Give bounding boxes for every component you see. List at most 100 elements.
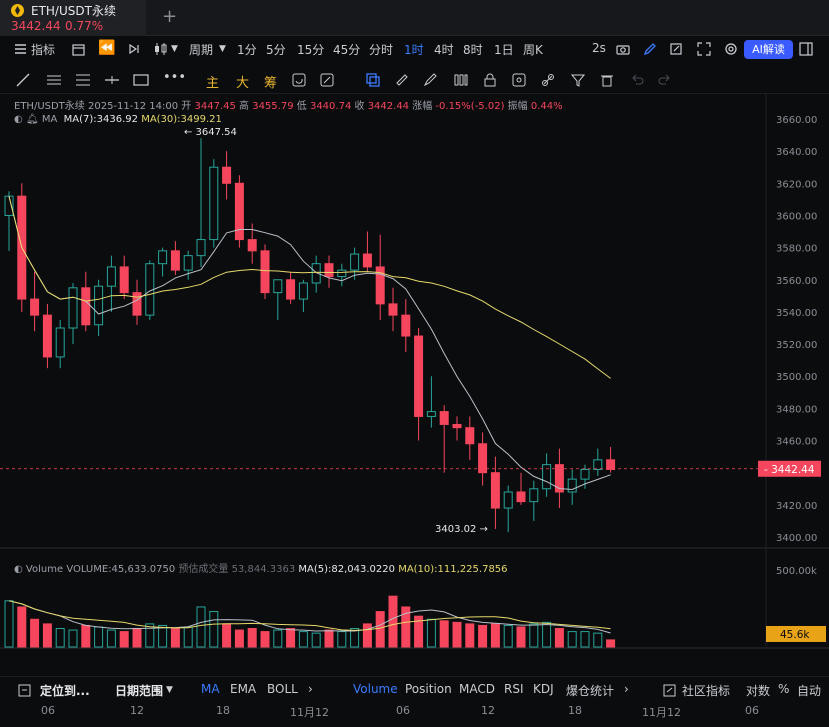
percent-toggle[interactable]: % <box>778 682 789 696</box>
symbol-tab[interactable]: ETH/USDT永续 3442.44 0.77% <box>0 0 146 36</box>
main-ind-boll[interactable]: BOLL <box>267 682 298 696</box>
main-ind-ma[interactable]: MA <box>201 682 220 696</box>
eye-icon[interactable] <box>512 73 526 87</box>
interval-timeline[interactable]: 分时 <box>369 41 393 58</box>
date-range-button[interactable]: 日期范围 <box>115 682 163 699</box>
rewind-icon[interactable]: ⏪ <box>98 40 115 56</box>
volume-bar <box>439 620 449 648</box>
refresh-rate[interactable]: 2s <box>592 41 606 55</box>
large-order-button[interactable]: 大 <box>236 72 249 91</box>
log-toggle[interactable]: 对数 <box>746 682 770 699</box>
chart-toolbar: 指标 ⏪ ▼ 周期 ▼ 1分 5分 15分 45分 分时 1时 4时 8时 1日… <box>0 37 829 63</box>
candle-body <box>414 335 424 417</box>
parallel-lines-icon[interactable] <box>46 73 62 87</box>
sub-ind-rsi[interactable]: RSI <box>504 682 524 696</box>
camera-icon[interactable] <box>616 43 630 55</box>
bars-icon[interactable] <box>454 73 468 87</box>
volume-bar <box>490 623 500 648</box>
volume-bar <box>516 626 526 648</box>
candle-type-icon[interactable] <box>153 42 169 56</box>
pencil-icon[interactable] <box>643 42 657 56</box>
filter-icon[interactable] <box>571 73 585 87</box>
calendar-icon[interactable] <box>72 43 85 56</box>
footer-label: 12 <box>481 704 495 717</box>
eye-icon[interactable]: ◐ <box>14 564 23 575</box>
est-volume-label: 预估成交量 <box>178 564 229 575</box>
brush-icon[interactable] <box>423 73 437 87</box>
indicators-button[interactable]: 指标 <box>31 41 55 58</box>
magnet-icon[interactable] <box>320 73 334 87</box>
volume-bar <box>170 628 180 648</box>
main-force-button[interactable]: 主 <box>206 72 219 91</box>
fib-lines-icon[interactable] <box>75 73 91 87</box>
chevron-right-icon[interactable]: › <box>624 682 629 696</box>
link-icon[interactable] <box>541 73 555 87</box>
volume-bar <box>362 623 372 648</box>
trash-icon[interactable] <box>600 73 614 87</box>
interval-1h[interactable]: 1时 <box>404 41 424 58</box>
candle-body <box>158 250 168 265</box>
volume-bar <box>4 600 14 648</box>
copy-icon[interactable] <box>366 73 380 87</box>
interval-1w[interactable]: 周K <box>523 41 543 58</box>
settings-icon[interactable] <box>724 42 738 56</box>
interval-1m[interactable]: 1分 <box>237 41 257 58</box>
chevron-down-icon[interactable]: ▼ <box>219 44 226 54</box>
interval-4h[interactable]: 4时 <box>434 41 454 58</box>
chevron-down-icon[interactable]: ▼ <box>166 685 173 695</box>
lock-icon[interactable] <box>483 73 497 87</box>
candle-body <box>68 287 78 329</box>
horizontal-line-icon[interactable] <box>104 73 120 87</box>
interval-5m[interactable]: 5分 <box>266 41 286 58</box>
candle-body <box>286 279 296 300</box>
volume-bar <box>222 623 232 648</box>
interval-8h[interactable]: 8时 <box>463 41 483 58</box>
ai-interpret-button[interactable]: AI解读 <box>744 40 793 59</box>
main-ind-ema[interactable]: EMA <box>230 682 256 696</box>
sub-ind-position[interactable]: Position <box>405 682 452 696</box>
footer-label: 06 <box>396 704 410 717</box>
volume-bar <box>42 623 52 648</box>
candle-body <box>132 292 142 316</box>
community-icon[interactable] <box>663 684 676 697</box>
replay-icon[interactable] <box>127 42 141 56</box>
y-tick-label: 3400.00 <box>776 533 817 544</box>
more-tools-icon[interactable]: ••• <box>163 70 186 85</box>
volume-value: VOLUME:45,633.0750 <box>66 564 176 575</box>
undo-icon[interactable] <box>630 73 644 87</box>
trendline-icon[interactable] <box>16 73 30 87</box>
chevron-down-icon[interactable]: ▼ <box>171 44 178 54</box>
community-indicators[interactable]: 社区指标 <box>682 682 730 699</box>
sub-ind-kdj[interactable]: KDJ <box>533 682 554 696</box>
auto-toggle[interactable]: 自动 <box>797 682 821 699</box>
collapse-icon[interactable] <box>799 42 813 56</box>
sub-ind-liquidation[interactable]: 爆仓统计 <box>566 682 614 699</box>
volume-bar <box>542 621 552 648</box>
period-button[interactable]: 周期 <box>189 41 213 58</box>
volume-bar <box>311 632 321 648</box>
chip-button[interactable]: 筹 <box>264 72 277 91</box>
volume-bar <box>132 628 142 648</box>
sync-icon[interactable] <box>292 73 306 87</box>
ruler-icon[interactable] <box>395 73 409 87</box>
redo-icon[interactable] <box>658 73 672 87</box>
chevron-right-icon[interactable]: › <box>308 682 313 696</box>
interval-1d[interactable]: 1日 <box>494 41 514 58</box>
sub-ind-macd[interactable]: MACD <box>459 682 495 696</box>
volume-bar <box>158 624 168 648</box>
volume-bar <box>606 639 616 648</box>
interval-15m[interactable]: 15分 <box>297 41 324 58</box>
locate-button[interactable]: 定位到... <box>40 682 90 699</box>
sub-ind-volume[interactable]: Volume <box>353 682 398 696</box>
candle-body <box>362 253 372 268</box>
locate-icon[interactable] <box>18 684 31 697</box>
interval-45m[interactable]: 45分 <box>333 41 360 58</box>
rectangle-icon[interactable] <box>133 73 149 87</box>
export-icon[interactable] <box>669 42 683 56</box>
fullscreen-icon[interactable] <box>697 42 711 56</box>
tab-price: 3442.44 <box>11 19 61 33</box>
candle-body <box>222 166 232 184</box>
bottom-toolbar: 定位到... 日期范围 ▼ MA EMA BOLL › Volume Posit… <box>0 676 829 702</box>
add-tab-icon[interactable]: + <box>162 6 177 27</box>
y-tick-label: 3560.00 <box>776 276 817 287</box>
